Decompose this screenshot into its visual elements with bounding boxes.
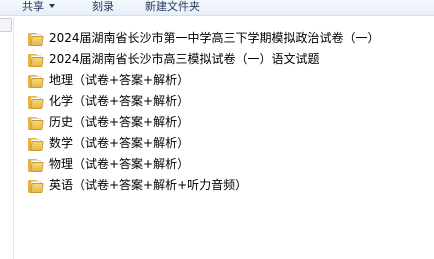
file-list: 2024届湖南省长沙市第一中学高三下学期模拟政治试卷（一） 2024届湖南省长沙… (14, 17, 434, 259)
chevron-down-icon (49, 4, 55, 8)
folder-icon (28, 74, 44, 88)
file-name: 2024届湖南省长沙市第一中学高三下学期模拟政治试卷（一） (49, 31, 380, 45)
file-name: 英语（试卷+答案+解析+听力音频） (49, 178, 248, 192)
folder-icon (28, 179, 44, 193)
list-item[interactable]: 化学（试卷+答案+解析） (28, 91, 428, 112)
list-item[interactable]: 物理（试卷+答案+解析） (28, 154, 428, 175)
navigation-pane-edge[interactable] (0, 18, 12, 32)
list-item[interactable]: 2024届湖南省长沙市高三模拟试卷（一）语文试题 (28, 49, 428, 70)
file-name: 化学（试卷+答案+解析） (49, 94, 190, 108)
list-item[interactable]: 2024届湖南省长沙市第一中学高三下学期模拟政治试卷（一） (28, 28, 428, 49)
list-item[interactable]: 数学（试卷+答案+解析） (28, 133, 428, 154)
share-menu-button[interactable]: 共享 (22, 0, 55, 16)
folder-icon (28, 53, 44, 67)
file-name: 物理（试卷+答案+解析） (49, 157, 190, 171)
folder-icon (28, 116, 44, 130)
file-name: 地理（试卷+答案+解析） (49, 73, 190, 87)
folder-icon (28, 137, 44, 151)
folder-icon (28, 32, 44, 46)
share-label: 共享 (22, 0, 44, 13)
file-name: 数学（试卷+答案+解析） (49, 136, 190, 150)
folder-icon (28, 158, 44, 172)
list-item[interactable]: 地理（试卷+答案+解析） (28, 70, 428, 91)
list-item[interactable]: 历史（试卷+答案+解析） (28, 112, 428, 133)
file-name: 2024届湖南省长沙市高三模拟试卷（一）语文试题 (49, 52, 320, 66)
file-name: 历史（试卷+答案+解析） (49, 115, 190, 129)
burn-button[interactable]: 刻录 (92, 0, 114, 16)
navigation-pane (0, 17, 13, 259)
new-folder-button[interactable]: 新建文件夹 (145, 0, 200, 16)
folder-icon (28, 95, 44, 109)
list-item[interactable]: 英语（试卷+答案+解析+听力音频） (28, 175, 428, 196)
command-bar: 共享 刻录 新建文件夹 (0, 0, 434, 16)
